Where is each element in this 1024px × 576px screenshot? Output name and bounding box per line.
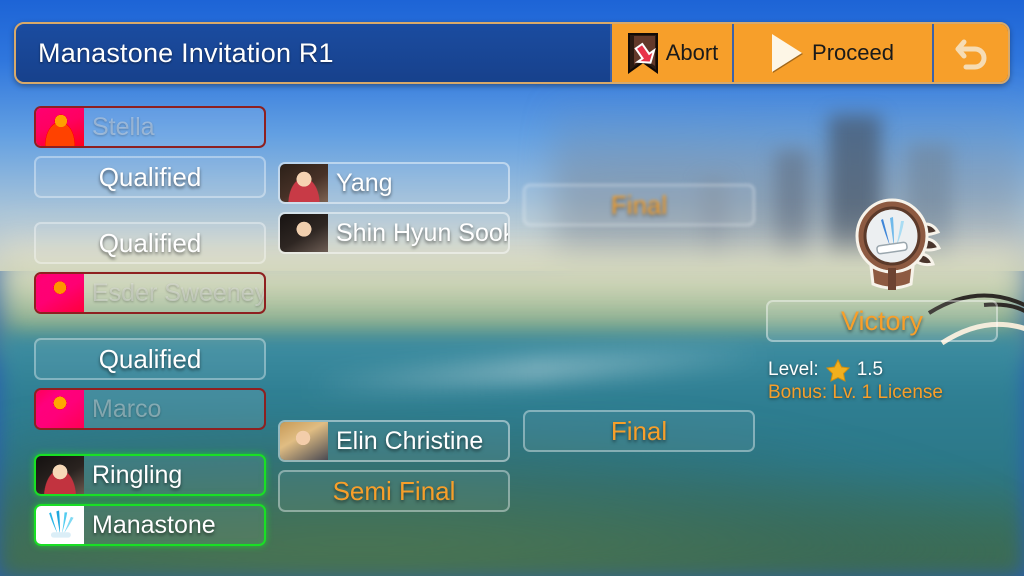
player-name: Esder Sweeney: [92, 278, 266, 307]
abort-button[interactable]: Abort: [610, 24, 732, 82]
proceed-label: Proceed: [812, 40, 894, 65]
avatar: [36, 390, 84, 428]
stage-label: Final: [610, 415, 668, 446]
avatar: [36, 506, 84, 544]
stage-label: Final: [610, 189, 668, 220]
avatar: [280, 164, 328, 202]
avatar: [280, 422, 328, 460]
player-name: Elin Christine: [336, 426, 484, 455]
outcome-banner: Victory: [766, 300, 998, 342]
bonus-text: Bonus: Lv. 1 License: [768, 382, 943, 403]
bracket-slot[interactable]: Qualified: [34, 222, 266, 264]
player-name: Shin Hyun Sook: [336, 218, 510, 247]
back-button[interactable]: [932, 24, 1008, 82]
bracket-slot[interactable]: Esder Sweeney: [34, 272, 266, 314]
trophy-medallion-icon: [845, 192, 945, 296]
avatar: [280, 214, 328, 252]
level-stat: Level: 1.5: [768, 358, 883, 382]
bracket-stage-slot[interactable]: Final: [523, 410, 755, 452]
abort-icon: [626, 32, 660, 74]
level-value: 1.5: [856, 359, 884, 380]
bonus-stat: Bonus: Lv. 1 License: [768, 382, 943, 404]
slot-status: Qualified: [98, 161, 202, 192]
bracket-stage-slot[interactable]: Semi Final: [278, 470, 510, 512]
avatar: [36, 456, 84, 494]
avatar: [36, 108, 84, 146]
bracket-slot[interactable]: Ringling: [34, 454, 266, 496]
bracket-round-1: Stella Qualified Qualified Esder Sweeney…: [34, 106, 266, 546]
bracket-slot[interactable]: Stella: [34, 106, 266, 148]
slot-status: Qualified: [98, 227, 202, 258]
bracket-slot[interactable]: Shin Hyun Sook: [278, 212, 510, 254]
undo-arrow-icon: [950, 32, 992, 74]
player-name: Ringling: [92, 460, 183, 489]
page-title: Manastone Invitation R1: [38, 37, 334, 68]
player-name: Marco: [92, 394, 162, 423]
level-label: Level:: [768, 359, 819, 380]
bracket-slot[interactable]: Marco: [34, 388, 266, 430]
bracket-round-2: Yang Shin Hyun Sook Elin Christine Semi …: [278, 162, 510, 512]
manastone-logo-icon: [49, 510, 74, 538]
star-icon: [825, 358, 851, 382]
stage-label: Semi Final: [332, 475, 456, 506]
player-name: Stella: [92, 112, 155, 141]
avatar: [36, 274, 84, 312]
bracket-slot[interactable]: Yang: [278, 162, 510, 204]
game-screen: Manastone Invitation R1 Abort Proceed St…: [0, 0, 1024, 576]
outcome-label: Victory: [840, 305, 924, 336]
play-triangle-icon: [772, 34, 803, 72]
bracket-slot[interactable]: Qualified: [34, 338, 266, 380]
player-name: Yang: [336, 168, 393, 197]
bracket-stage-slot[interactable]: Final: [523, 184, 755, 226]
slot-status: Qualified: [98, 343, 202, 374]
bracket-slot[interactable]: Manastone: [34, 504, 266, 546]
player-name: Manastone: [92, 510, 216, 539]
bracket-slot[interactable]: Qualified: [34, 156, 266, 198]
bracket-round-3: Final Final: [523, 184, 755, 452]
proceed-button[interactable]: Proceed: [732, 24, 932, 82]
abort-label: Abort: [665, 40, 719, 65]
bracket-slot[interactable]: Elin Christine: [278, 420, 510, 462]
title-bar: Manastone Invitation R1 Abort Proceed: [14, 22, 1010, 84]
